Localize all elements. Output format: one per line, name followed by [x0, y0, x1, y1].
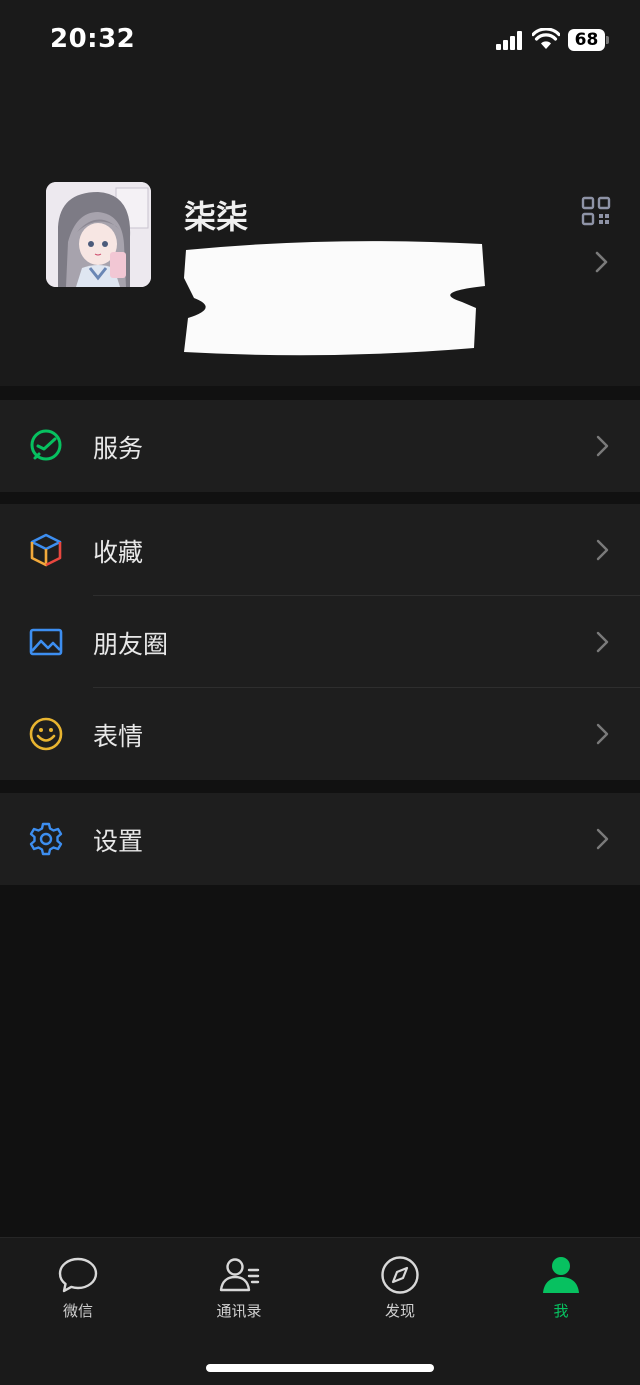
status-bar: 20:32 68 — [0, 0, 640, 80]
battery-level: 68 — [574, 30, 599, 50]
tab-chats[interactable]: 微信 — [28, 1254, 128, 1324]
menu-group-services: 服务 — [0, 400, 640, 492]
favorites-cube-icon — [30, 533, 62, 567]
service-icon — [30, 429, 62, 461]
tab-label: 微信 — [62, 1302, 93, 1320]
chevron-right-icon — [596, 828, 609, 850]
menu-item-label: 收藏 — [93, 538, 144, 567]
qr-code-icon[interactable] — [581, 196, 611, 226]
menu-item-label: 服务 — [93, 434, 144, 463]
menu-group-settings: 设置 — [0, 793, 640, 885]
tab-label: 通讯录 — [216, 1302, 262, 1320]
menu-item-label: 设置 — [93, 827, 144, 856]
profile-name: 柒柒 — [184, 198, 249, 236]
menu-item-label: 朋友圈 — [93, 630, 169, 659]
contacts-icon — [219, 1258, 260, 1292]
home-indicator — [206, 1364, 434, 1372]
cellular-signal-icon — [496, 30, 524, 50]
moments-image-icon — [29, 628, 63, 656]
status-time: 20:32 — [50, 24, 136, 54]
chevron-right-icon — [596, 723, 609, 745]
menu-item-stickers[interactable]: 表情 — [0, 688, 640, 780]
tab-label: 我 — [553, 1302, 569, 1320]
tab-bar: 微信 通讯录 发现 我 — [0, 1237, 640, 1385]
menu-group-content: 收藏 朋友圈 表情 — [0, 504, 640, 780]
menu-item-services[interactable]: 服务 — [0, 400, 640, 492]
menu-item-label: 表情 — [93, 722, 144, 751]
menu-item-favorites[interactable]: 收藏 — [0, 504, 640, 596]
compass-icon — [381, 1256, 419, 1294]
screen: 20:32 68 柒柒 服务 收藏 朋友圈 表情 设置 微信 通讯录 发现 我 — [0, 0, 640, 1385]
chevron-right-icon — [596, 539, 609, 561]
menu-item-moments[interactable]: 朋友圈 — [0, 596, 640, 688]
redaction-scribble — [184, 241, 485, 356]
chevron-right-icon — [596, 631, 609, 653]
chat-bubble-icon — [58, 1257, 98, 1293]
tab-contacts[interactable]: 通讯录 — [189, 1254, 289, 1324]
menu-item-settings[interactable]: 设置 — [0, 793, 640, 885]
profile-header[interactable]: 柒柒 — [0, 80, 640, 386]
chevron-right-icon — [595, 251, 608, 273]
wifi-icon — [532, 28, 560, 49]
tab-discover[interactable]: 发现 — [350, 1254, 450, 1324]
settings-gear-icon — [29, 822, 63, 856]
tab-me[interactable]: 我 — [511, 1254, 611, 1324]
avatar[interactable] — [46, 182, 151, 287]
person-icon — [543, 1257, 579, 1293]
tab-label: 发现 — [384, 1302, 415, 1320]
sticker-smile-icon — [29, 717, 63, 751]
battery-icon: 68 — [568, 29, 609, 51]
chevron-right-icon — [596, 435, 609, 457]
